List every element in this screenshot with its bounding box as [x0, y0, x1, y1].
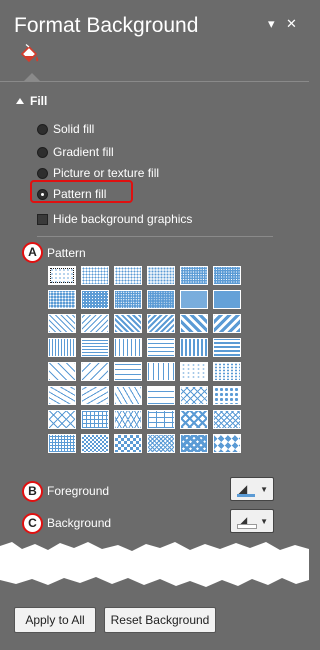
pattern-swatch[interactable] [81, 266, 109, 285]
pattern-swatch[interactable] [180, 434, 208, 453]
foreground-color-swatch [237, 494, 255, 497]
pattern-swatch[interactable] [213, 266, 241, 285]
pattern-swatch[interactable] [114, 386, 142, 405]
foreground-color-button[interactable]: ◢ ▼ [230, 477, 274, 501]
section-separator [37, 236, 273, 237]
pane-title: Format Background [14, 14, 199, 37]
pattern-swatch[interactable] [213, 434, 241, 453]
gradient-fill-option[interactable]: Gradient fill [37, 145, 114, 159]
chevron-down-icon: ▼ [260, 517, 268, 526]
pattern-swatch[interactable] [180, 362, 208, 381]
fill-section-header[interactable]: Fill [16, 94, 47, 108]
pattern-swatch[interactable] [114, 362, 142, 381]
pattern-swatch[interactable] [48, 338, 76, 357]
pattern-swatch[interactable] [180, 290, 208, 309]
solid-fill-option[interactable]: Solid fill [37, 122, 94, 136]
pattern-swatch[interactable] [114, 290, 142, 309]
pattern-swatch[interactable] [114, 266, 142, 285]
solid-fill-label: Solid fill [53, 122, 95, 136]
foreground-label: Foreground [47, 484, 110, 498]
pattern-swatch[interactable] [147, 314, 175, 333]
callout-marker-c: C [22, 513, 43, 534]
apply-to-all-button[interactable]: Apply to All [14, 607, 96, 633]
solid-fill-radio[interactable] [37, 123, 48, 135]
pattern-fill-highlight [30, 180, 133, 203]
gradient-fill-label: Gradient fill [53, 145, 114, 159]
pattern-swatch[interactable] [81, 314, 109, 333]
pattern-swatch[interactable] [114, 338, 142, 357]
callout-marker-b: B [22, 481, 43, 502]
picture-texture-fill-radio[interactable] [37, 167, 48, 179]
pattern-swatch[interactable] [114, 434, 142, 453]
pattern-swatch[interactable] [147, 362, 175, 381]
pattern-swatch[interactable] [147, 338, 175, 357]
pattern-swatch[interactable] [213, 362, 241, 381]
pattern-swatch[interactable] [213, 410, 241, 429]
pattern-swatch[interactable] [81, 434, 109, 453]
pattern-swatch[interactable] [147, 410, 175, 429]
picture-texture-fill-option[interactable]: Picture or texture fill [37, 166, 159, 180]
pattern-swatch[interactable] [180, 386, 208, 405]
pattern-swatch[interactable] [81, 338, 109, 357]
background-color-swatch [237, 524, 257, 529]
reset-background-button[interactable]: Reset Background [104, 607, 216, 633]
pattern-swatch[interactable] [180, 338, 208, 357]
format-background-pane: Format Background ▾ ✕ Fill Solid fill Gr… [0, 0, 309, 650]
pattern-swatch[interactable] [48, 314, 76, 333]
hide-background-graphics-label: Hide background graphics [53, 212, 193, 226]
gradient-fill-radio[interactable] [37, 146, 48, 158]
pattern-swatch[interactable] [48, 362, 76, 381]
hide-background-graphics-checkbox[interactable] [37, 213, 48, 225]
callout-marker-a: A [22, 242, 43, 263]
pattern-swatch[interactable] [180, 314, 208, 333]
chevron-down-icon: ▼ [260, 485, 268, 494]
paint-bucket-icon[interactable] [18, 44, 40, 66]
collapse-triangle-icon [16, 98, 24, 104]
pattern-swatch[interactable] [180, 266, 208, 285]
pattern-swatch[interactable] [147, 266, 175, 285]
pattern-swatch[interactable] [147, 290, 175, 309]
pattern-swatch[interactable] [81, 362, 109, 381]
fill-section-label: Fill [30, 94, 48, 108]
hide-background-graphics-option[interactable]: Hide background graphics [37, 212, 192, 226]
pattern-label: Pattern [47, 246, 86, 260]
pattern-swatch[interactable] [114, 314, 142, 333]
close-pane-button[interactable]: ✕ [286, 16, 297, 32]
picture-texture-fill-label: Picture or texture fill [53, 166, 160, 180]
pattern-swatch[interactable] [114, 410, 142, 429]
background-label: Background [47, 516, 112, 530]
pattern-swatch[interactable] [48, 434, 76, 453]
pattern-swatch[interactable] [180, 410, 208, 429]
header-divider [0, 81, 309, 82]
pattern-swatch[interactable] [213, 314, 241, 333]
pattern-swatch[interactable] [213, 386, 241, 405]
background-color-button[interactable]: ◢ ▼ [230, 509, 274, 533]
task-pane-options-button[interactable]: ▾ [268, 16, 275, 32]
pattern-swatch[interactable] [147, 386, 175, 405]
pattern-swatch[interactable] [147, 434, 175, 453]
pattern-swatch[interactable] [81, 410, 109, 429]
pattern-swatch[interactable] [48, 290, 76, 309]
pattern-swatch[interactable] [213, 290, 241, 309]
pattern-swatch[interactable] [48, 386, 76, 405]
torn-edge-graphic [0, 542, 309, 587]
pattern-gallery [48, 266, 241, 453]
pattern-swatch[interactable] [81, 386, 109, 405]
pattern-swatch[interactable] [81, 290, 109, 309]
pattern-swatch[interactable] [48, 410, 76, 429]
pattern-swatch[interactable] [48, 266, 76, 285]
pattern-swatch[interactable] [213, 338, 241, 357]
